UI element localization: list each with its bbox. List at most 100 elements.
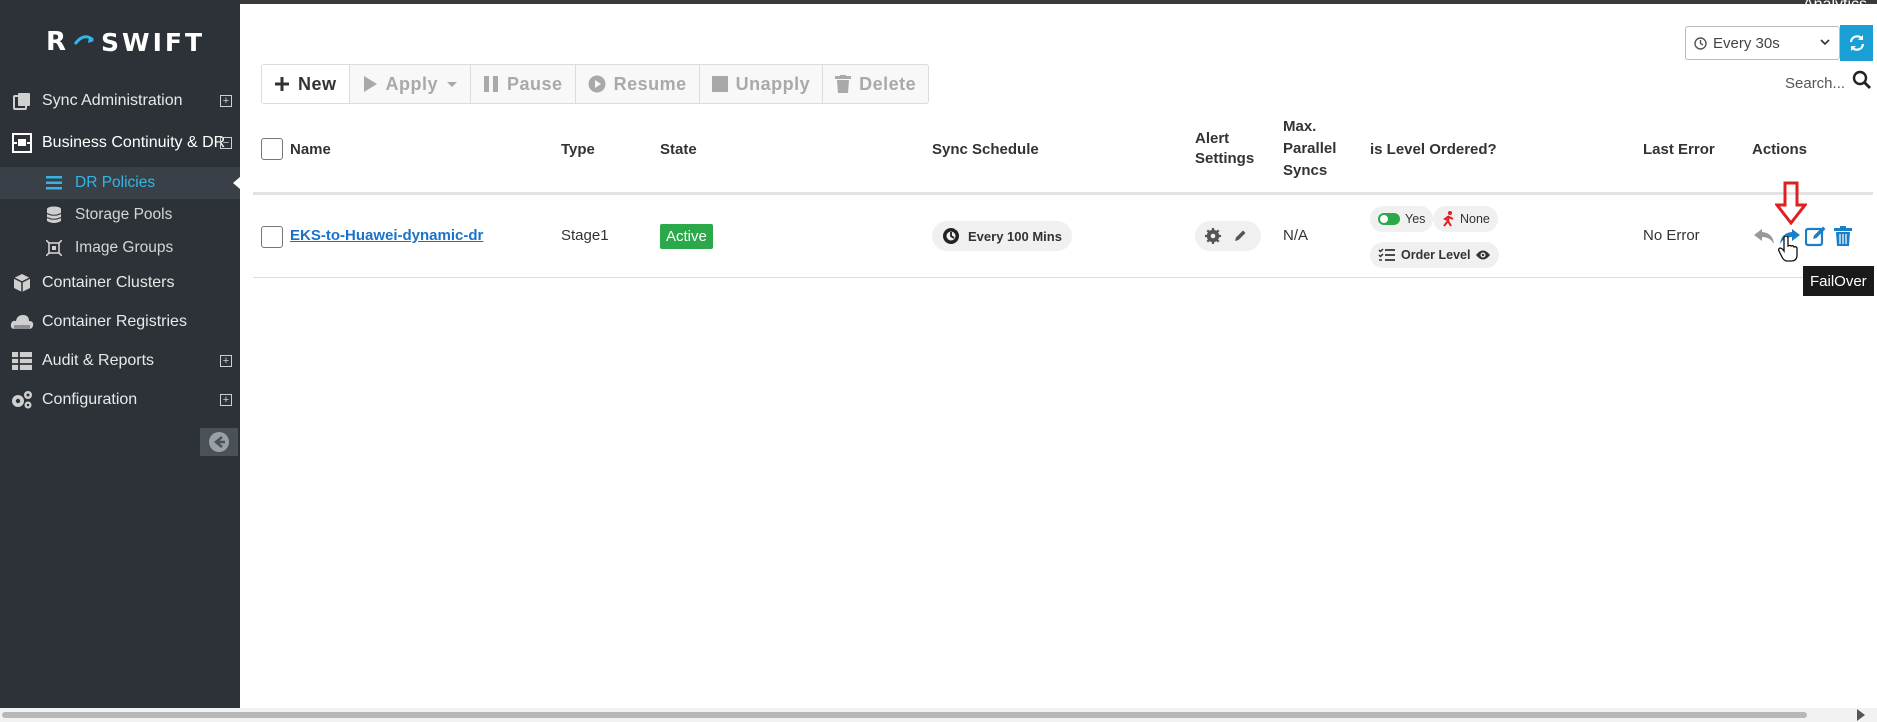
horizontal-scrollbar[interactable] — [0, 708, 1877, 722]
column-header-line: Max. — [1283, 118, 1317, 135]
alert-settings-pill — [1195, 221, 1261, 251]
eye-icon[interactable] — [1475, 249, 1491, 261]
window-top-border — [0, 0, 1877, 4]
trash-icon — [835, 75, 852, 93]
sidebar-item-container-clusters[interactable]: Container Clusters — [0, 265, 240, 301]
table-icon — [10, 349, 34, 373]
schedule-icon — [943, 228, 960, 244]
delete-row-button[interactable] — [1831, 224, 1855, 248]
cogs-icon — [10, 388, 34, 412]
sidebar-item-image-groups[interactable]: Image Groups — [0, 232, 240, 264]
column-header-line: Parallel — [1283, 140, 1337, 157]
refresh-icon — [1849, 35, 1864, 51]
plus-icon — [275, 77, 289, 91]
delete-button-label: Delete — [859, 73, 917, 94]
image-group-icon — [45, 239, 63, 257]
column-header-name[interactable]: Name — [290, 140, 331, 160]
caret-down-icon — [447, 82, 458, 87]
scrollbar-thumb[interactable] — [2, 712, 1807, 718]
sync-schedule-pill: Every 100 Mins — [932, 221, 1072, 251]
apply-button-label: Apply — [385, 73, 439, 94]
sidebar-item-container-registries[interactable]: Container Registries — [0, 304, 240, 340]
column-header-line: Alert — [1195, 130, 1230, 147]
column-header-state[interactable]: State — [660, 140, 697, 160]
sidebar-item-label: Sync Administration — [42, 92, 183, 109]
running-person-icon — [1443, 211, 1454, 227]
expand-icon[interactable]: + — [220, 394, 232, 406]
unapply-button-label: Unapply — [735, 73, 811, 94]
sidebar-item-configuration[interactable]: Configuration + — [0, 382, 240, 418]
column-header-alert-settings[interactable]: Alert Settings — [1195, 129, 1254, 169]
level-ordered-toggle: Yes — [1370, 206, 1434, 232]
pause-button[interactable]: Pause — [471, 65, 576, 103]
resume-button[interactable]: Resume — [576, 65, 700, 103]
column-header-line: Syncs — [1283, 162, 1328, 179]
sidebar-item-label: Container Registries — [42, 313, 187, 330]
pencil-icon[interactable] — [1233, 229, 1247, 243]
expand-icon[interactable]: + — [220, 355, 232, 367]
column-header-sync-schedule[interactable]: Sync Schedule — [932, 140, 1039, 160]
list-check-icon — [1378, 248, 1395, 261]
copy-icon — [10, 89, 34, 113]
max-parallel-syncs-value: N/A — [1283, 227, 1309, 244]
pause-icon — [484, 76, 499, 92]
policy-type: Stage1 — [561, 227, 609, 244]
logo-name: SWIFT — [101, 27, 206, 57]
sidebar-item-business-continuity[interactable]: Business Continuity & DR − — [0, 125, 240, 161]
gear-icon[interactable] — [1205, 228, 1221, 244]
column-header-level-ordered[interactable]: is Level Ordered? — [1370, 140, 1497, 160]
select-all-checkbox[interactable] — [261, 138, 283, 160]
sidebar-item-label: Container Clusters — [42, 274, 175, 291]
column-header-line: Settings — [1195, 150, 1255, 167]
refresh-button[interactable] — [1840, 25, 1873, 61]
delete-button[interactable]: Delete — [823, 65, 928, 103]
sidebar: R SWIFT Sync Administration + Business C… — [0, 0, 240, 708]
status-badge: Active — [660, 224, 713, 249]
toolbar: New Apply Pause Resume Unapply Delete — [261, 64, 930, 104]
list-icon — [45, 174, 63, 192]
failback-button[interactable] — [1752, 224, 1776, 248]
sidebar-collapse-button[interactable] — [200, 428, 238, 456]
policy-name-link[interactable]: EKS-to-Huawei-dynamic-dr — [290, 227, 483, 244]
resume-button-label: Resume — [613, 73, 687, 94]
red-annotation-arrow-icon — [1775, 181, 1807, 225]
last-error-value: No Error — [1643, 227, 1700, 244]
scroll-right-arrow-icon[interactable] — [1857, 709, 1865, 721]
arrow-circle-left-icon — [209, 432, 229, 452]
search-icon[interactable] — [1852, 70, 1872, 90]
column-header-actions: Actions — [1752, 141, 1808, 158]
sidebar-item-audit-reports[interactable]: Audit & Reports + — [0, 343, 240, 379]
app-logo: R SWIFT — [46, 26, 205, 58]
level-none-label: None — [1460, 212, 1490, 226]
logo-arc-icon — [73, 34, 95, 50]
level-ordered-yes: Yes — [1405, 212, 1426, 226]
sidebar-item-storage-pools[interactable]: Storage Pools — [0, 199, 240, 231]
row-checkbox[interactable] — [261, 226, 283, 248]
column-header-type[interactable]: Type — [561, 140, 595, 160]
failover-tooltip: FailOver — [1803, 266, 1874, 296]
order-level-label: Order Level — [1401, 248, 1471, 262]
apply-button[interactable]: Apply — [350, 65, 472, 103]
analytics-label[interactable]: Analytics — [1803, 0, 1867, 14]
sidebar-item-sync-administration[interactable]: Sync Administration + — [0, 83, 240, 119]
sidebar-item-label: Image Groups — [75, 239, 174, 256]
expand-icon[interactable]: + — [220, 95, 232, 107]
logo-r: R — [46, 27, 68, 57]
trash-icon — [1834, 226, 1852, 246]
dr-icon — [10, 131, 34, 155]
order-level-pill: Order Level — [1370, 242, 1500, 268]
sidebar-item-label: Configuration — [42, 391, 138, 408]
sidebar-item-dr-policies[interactable]: DR Policies — [0, 167, 240, 199]
clock-icon — [1694, 36, 1707, 50]
refresh-interval-select[interactable]: Every 30s — [1685, 26, 1840, 60]
level-none-pill: None — [1433, 206, 1498, 232]
column-header-last-error[interactable]: Last Error — [1643, 140, 1715, 160]
unapply-button[interactable]: Unapply — [700, 65, 824, 103]
column-header-max-parallel-syncs[interactable]: Max. Parallel Syncs — [1283, 117, 1336, 181]
edit-button[interactable] — [1804, 224, 1828, 248]
collapse-icon[interactable]: − — [220, 137, 232, 149]
stop-icon — [711, 76, 728, 92]
new-button[interactable]: New — [262, 65, 350, 103]
cloud-icon — [10, 310, 34, 334]
table-header-divider — [253, 192, 1873, 195]
